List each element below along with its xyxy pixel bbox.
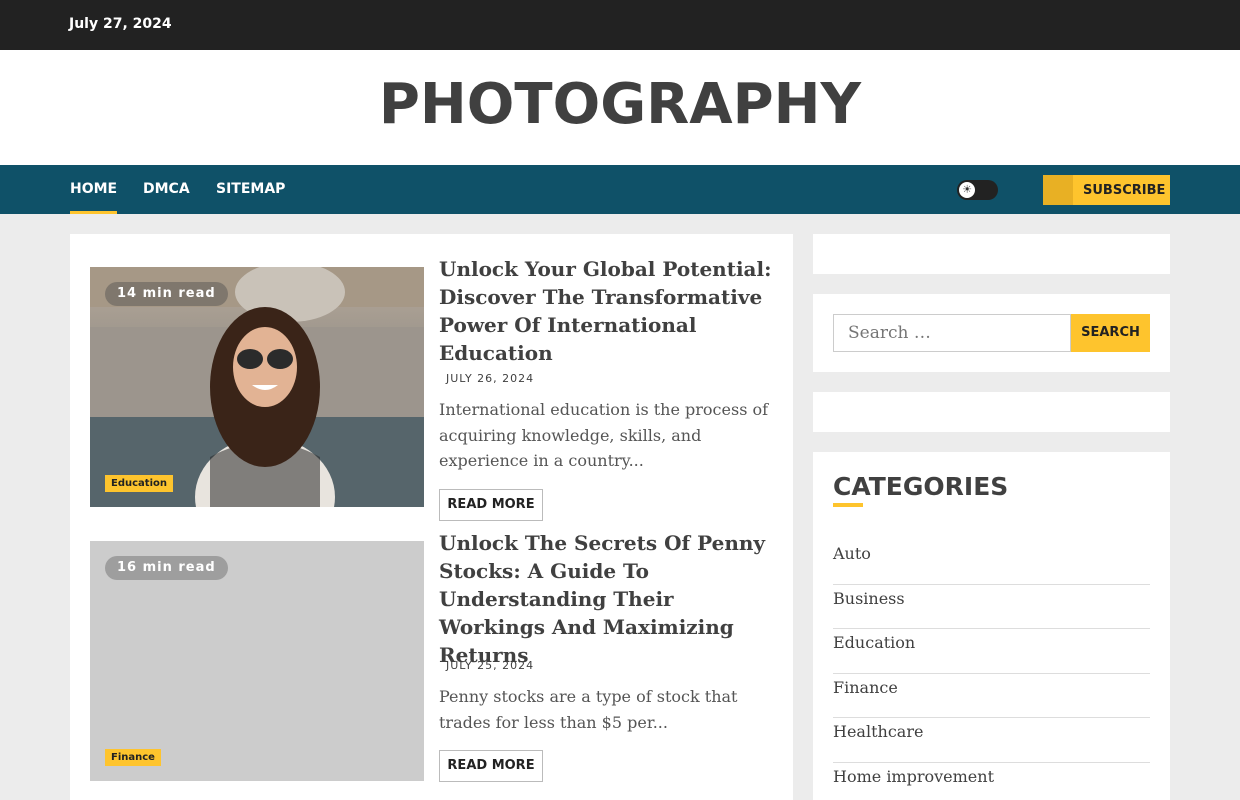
read-time-badge: 16 min read (105, 556, 228, 580)
category-badge[interactable]: Education (105, 475, 173, 492)
post-date: July 25, 2024 (446, 659, 535, 672)
categories-widget: Categories Auto Business Education Finan… (813, 452, 1170, 800)
post-title[interactable]: Unlock The Secrets Of Penny Stocks: A Gu… (439, 529, 779, 669)
main-navigation: Home DMCA Sitemap ☀ Subscribe (0, 165, 1240, 214)
top-bar: July 27, 2024 (0, 0, 1240, 50)
search-button[interactable]: Search (1071, 314, 1150, 352)
category-link-auto[interactable]: Auto (833, 540, 1150, 585)
post-thumbnail[interactable]: 14 min read Education (90, 267, 424, 507)
sun-icon: ☀ (959, 182, 975, 198)
post-date: July 26, 2024 (446, 372, 535, 385)
read-more-button[interactable]: Read More (439, 750, 543, 782)
sidebar-widget-empty (813, 392, 1170, 432)
post-excerpt: Penny stocks are a type of stock that tr… (439, 687, 738, 732)
category-link-finance[interactable]: Finance (833, 674, 1150, 719)
category-link-healthcare[interactable]: Healthcare (833, 718, 1150, 763)
search-input[interactable] (833, 314, 1071, 352)
heading-underline (833, 503, 863, 507)
nav-item-sitemap[interactable]: Sitemap (216, 181, 285, 197)
categories-list: Auto Business Education Finance Healthca… (833, 540, 1150, 800)
category-badge[interactable]: Finance (105, 749, 161, 766)
search-widget: Search (813, 294, 1170, 372)
bell-icon (1043, 175, 1073, 205)
read-more-button[interactable]: Read More (439, 489, 543, 521)
category-link-business[interactable]: Business (833, 585, 1150, 630)
category-link-home-improvement[interactable]: Home improvement (833, 763, 1150, 800)
site-header: PHOTOGRAPHY (0, 50, 1240, 165)
subscribe-button[interactable]: Subscribe (1043, 175, 1170, 205)
site-title[interactable]: PHOTOGRAPHY (0, 72, 1240, 137)
current-date: July 27, 2024 (69, 16, 172, 32)
nav-item-home[interactable]: Home (70, 181, 118, 214)
category-link-education[interactable]: Education (833, 629, 1150, 674)
theme-toggle[interactable]: ☀ (957, 180, 998, 200)
subscribe-label: Subscribe (1083, 183, 1166, 198)
post-title[interactable]: Unlock Your Global Potential: Discover T… (439, 255, 779, 367)
nav-item-dmca[interactable]: DMCA (143, 181, 190, 197)
read-time-badge: 14 min read (105, 282, 228, 306)
posts-list: 14 min read Education Unlock Your Global… (70, 234, 793, 800)
categories-heading: Categories (833, 472, 1009, 501)
sidebar-widget-empty (813, 234, 1170, 274)
post-thumbnail[interactable]: 16 min read Finance (90, 541, 424, 781)
post-excerpt: International education is the process o… (439, 400, 769, 470)
